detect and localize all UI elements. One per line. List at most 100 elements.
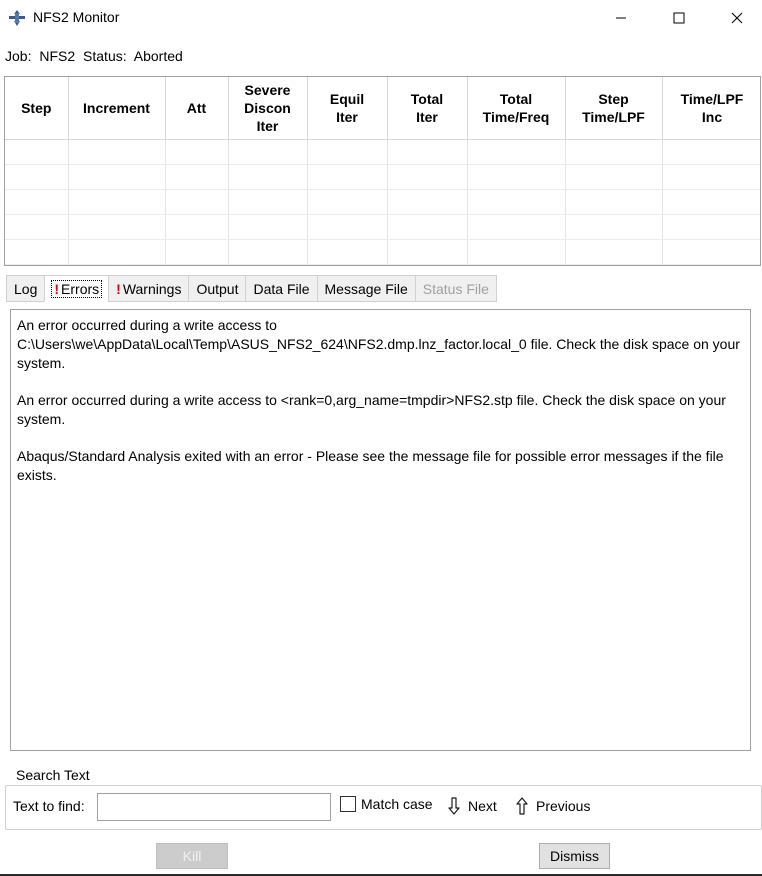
column-header-line: Equil [329, 90, 365, 107]
column-header-line: Time/Freq [482, 108, 550, 125]
text-to-find-label: Text to find: [13, 798, 85, 814]
column-header-line: Time/LPF [680, 90, 744, 107]
table-cell [307, 164, 388, 190]
table-row[interactable] [5, 189, 760, 215]
table-cell [662, 239, 760, 265]
column-header-line: Time/LPF [582, 108, 645, 125]
title-bar[interactable]: NFS2 Monitor [0, 0, 762, 36]
table-cell [662, 164, 760, 190]
table-cell [228, 139, 308, 165]
table-cell [565, 139, 663, 165]
table-row[interactable] [5, 164, 760, 190]
table-cell [307, 214, 388, 240]
close-button[interactable] [708, 0, 762, 36]
table-header-row: Step Increment Att Severe Discon Iter Equil Ite… [5, 77, 760, 140]
arrow-up-icon [516, 797, 528, 815]
column-header[interactable]: Increment [68, 77, 166, 140]
column-header-line: Total [410, 90, 444, 107]
column-header-line: Step [598, 90, 629, 107]
table-cell [387, 239, 468, 265]
table-cell [228, 239, 308, 265]
tab-data-file[interactable]: Data File [245, 275, 317, 302]
minimize-button[interactable] [592, 0, 650, 36]
previous-button[interactable]: Previous [516, 795, 590, 817]
table-cell [68, 239, 166, 265]
table-cell [5, 139, 69, 165]
warning-alert-icon: ! [116, 280, 121, 297]
column-header-line: Inc [701, 108, 723, 125]
column-header[interactable]: Total Time/Freq [467, 77, 566, 140]
table-cell [228, 189, 308, 215]
column-header[interactable]: Severe Discon Iter [228, 77, 308, 140]
column-header-line: Total [499, 90, 533, 107]
column-header-line: Att [186, 99, 207, 116]
column-header-line: Discon [244, 99, 291, 116]
tab-output[interactable]: Output [188, 275, 246, 302]
dismiss-button[interactable]: Dismiss [539, 843, 610, 869]
table-cell [5, 239, 69, 265]
status-label: Status: [83, 48, 127, 64]
tab-status-file-label: Status File [422, 280, 489, 297]
table-row[interactable] [5, 239, 760, 265]
table-row[interactable] [5, 214, 760, 240]
close-icon [731, 12, 743, 24]
maximize-icon [673, 12, 685, 24]
table-cell [228, 214, 308, 240]
table-cell [467, 214, 566, 240]
table-cell [165, 139, 229, 165]
error-alert-icon: ! [54, 280, 60, 297]
table-cell [165, 214, 229, 240]
column-header[interactable]: Total Iter [387, 77, 468, 140]
column-header-line: Increment [83, 99, 150, 116]
match-case-checkbox[interactable] [340, 796, 356, 812]
arrow-down-icon [448, 797, 460, 815]
column-header-line: Iter [256, 117, 279, 134]
status-value: Aborted [133, 48, 183, 64]
tab-warnings[interactable]: ! Warnings [108, 275, 189, 302]
maximize-button[interactable] [650, 0, 708, 36]
tab-warnings-label: Warnings [122, 280, 182, 297]
column-header-line: Severe [244, 81, 291, 98]
tab-message-file-label: Message File [324, 280, 408, 297]
table-cell [387, 164, 468, 190]
match-case-label[interactable]: Match case [361, 796, 433, 812]
error-message: An error occurred during a write access … [17, 317, 740, 371]
table-cell [68, 189, 166, 215]
next-button[interactable]: Next [448, 795, 497, 817]
table-cell [307, 139, 388, 165]
table-cell [467, 139, 566, 165]
column-header[interactable]: Att [165, 77, 229, 140]
previous-label: Previous [536, 798, 591, 814]
table-cell [68, 214, 166, 240]
table-cell [467, 164, 566, 190]
table-cell [467, 239, 566, 265]
table-cell [165, 164, 229, 190]
table-cell [662, 189, 760, 215]
progress-table[interactable]: Step Increment Att Severe Discon Iter Equil Ite… [4, 76, 761, 266]
column-header[interactable]: Equil Iter [307, 77, 388, 140]
tab-log[interactable]: Log [6, 275, 45, 302]
table-cell [68, 164, 166, 190]
column-header-line: Step [21, 99, 52, 116]
job-label: Job: [5, 48, 32, 64]
table-cell [387, 139, 468, 165]
tab-message-file[interactable]: Message File [316, 275, 415, 302]
next-label: Next [468, 798, 497, 814]
table-cell [5, 164, 69, 190]
column-header-line: Iter [336, 108, 358, 125]
tab-errors-label: Errors [61, 280, 100, 297]
table-cell [565, 214, 663, 240]
error-message: Abaqus/Standard Analysis exited with an … [17, 448, 724, 483]
table-cell [228, 164, 308, 190]
table-row[interactable] [5, 139, 760, 165]
error-message-area[interactable]: An error occurred during a write access … [10, 309, 751, 751]
column-header[interactable]: Step Time/LPF [565, 77, 663, 140]
table-cell [662, 214, 760, 240]
text-to-find-input[interactable] [97, 793, 331, 821]
abaqus-app-icon [8, 9, 26, 27]
table-cell [307, 189, 388, 215]
column-header[interactable]: Step [5, 77, 69, 140]
table-cell [387, 214, 468, 240]
column-header[interactable]: Time/LPF Inc [662, 77, 760, 140]
tab-errors[interactable]: ! Errors [44, 275, 109, 302]
